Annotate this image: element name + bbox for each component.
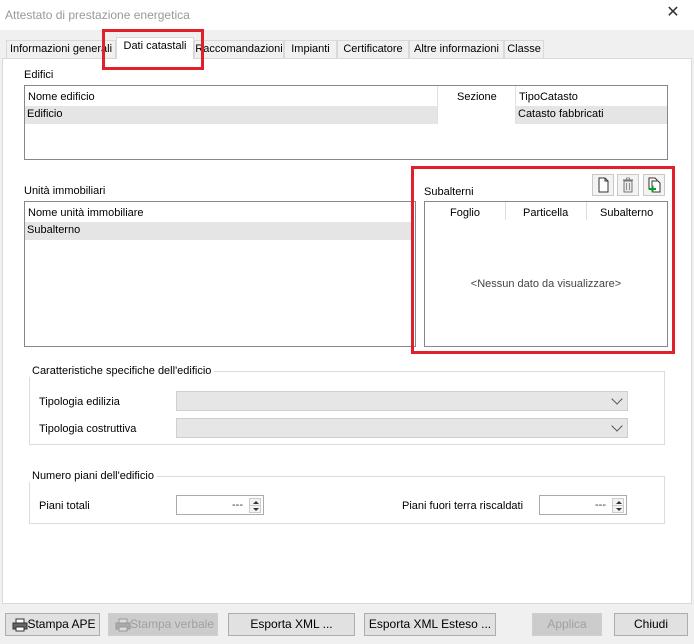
piani-totali-spinner[interactable]: ---	[176, 495, 264, 515]
tipologia-costruttiva-label: Tipologia costruttiva	[39, 423, 137, 435]
tipologia-edilizia-select[interactable]	[176, 391, 628, 411]
cell-tipo-catasto: Catasto fabbricati	[518, 108, 604, 120]
tipologia-edilizia-label: Tipologia edilizia	[39, 396, 120, 408]
table-row[interactable]: Edificio	[25, 106, 437, 124]
esporta-xml-button[interactable]: Esporta XML ...	[228, 613, 355, 636]
column-header-nome-edificio[interactable]: Nome edificio	[28, 91, 95, 103]
cell-sezione[interactable]	[438, 106, 515, 124]
unita-immobiliari-list[interactable]: Nome unità immobiliare Subalterno	[24, 201, 416, 347]
applica-button[interactable]: Applica	[532, 613, 602, 636]
list-item[interactable]: Subalterno	[25, 222, 411, 240]
column-header-tipocatasto[interactable]: TipoCatasto	[519, 91, 578, 103]
spin-down-button[interactable]	[612, 505, 624, 513]
printer-icon	[115, 618, 131, 632]
piani-totali-label: Piani totali	[39, 500, 90, 512]
highlight-tab-box	[102, 29, 204, 70]
table-row-cell[interactable]: Catasto fabbricati	[516, 106, 667, 124]
numero-piani-group-title: Numero piani dell'edificio	[29, 470, 157, 482]
arrow-down-icon	[616, 508, 622, 511]
unita-immobiliari-label: Unità immobiliari	[24, 185, 106, 197]
stampa-ape-button[interactable]: Stampa APE	[5, 613, 100, 636]
tab-impianti[interactable]: Impianti	[284, 40, 337, 58]
cell-nome-edificio: Edificio	[27, 108, 63, 120]
list-item-label: Subalterno	[27, 224, 81, 236]
chevron-down-icon	[611, 420, 623, 432]
arrow-down-icon	[253, 508, 259, 511]
chevron-down-icon	[611, 393, 623, 405]
column-header-sezione[interactable]: Sezione	[457, 91, 497, 103]
tab-informazioni-generali[interactable]: Informazioni generali	[6, 40, 116, 58]
close-icon[interactable]: ✕	[662, 4, 684, 24]
highlight-subalterni-box	[411, 166, 675, 354]
chiudi-button[interactable]: Chiudi	[614, 613, 688, 636]
title-bar: Attestato di prestazione energetica ✕	[0, 0, 694, 30]
arrow-up-icon	[253, 501, 259, 504]
column-header-nome-unita[interactable]: Nome unità immobiliare	[28, 207, 144, 219]
tab-classe[interactable]: Classe	[504, 40, 544, 58]
piani-fuori-terra-label: Piani fuori terra riscaldati	[402, 500, 524, 512]
printer-icon	[12, 618, 28, 632]
esporta-xml-esteso-button[interactable]: Esporta XML Esteso ...	[364, 613, 496, 636]
tab-raccomandazioni[interactable]: Raccomandazioni	[194, 40, 284, 58]
spin-down-button[interactable]	[249, 505, 261, 513]
tipologia-costruttiva-select[interactable]	[176, 418, 628, 438]
piani-fuori-terra-value: ---	[595, 499, 606, 511]
caratteristiche-group-title: Caratteristiche specifiche dell'edificio	[29, 365, 215, 377]
tab-certificatore[interactable]: Certificatore	[337, 40, 409, 58]
arrow-up-icon	[616, 501, 622, 504]
piani-fuori-terra-spinner[interactable]: ---	[539, 495, 627, 515]
window-title: Attestato di prestazione energetica	[5, 8, 190, 22]
edifici-grid[interactable]: Nome edificio Sezione TipoCatasto Edific…	[24, 85, 668, 160]
tab-altre-informazioni[interactable]: Altre informazioni	[409, 40, 504, 58]
piani-totali-value: ---	[232, 499, 243, 511]
stampa-verbale-button[interactable]: Stampa verbale	[108, 613, 218, 636]
edifici-label: Edifici	[24, 69, 54, 81]
